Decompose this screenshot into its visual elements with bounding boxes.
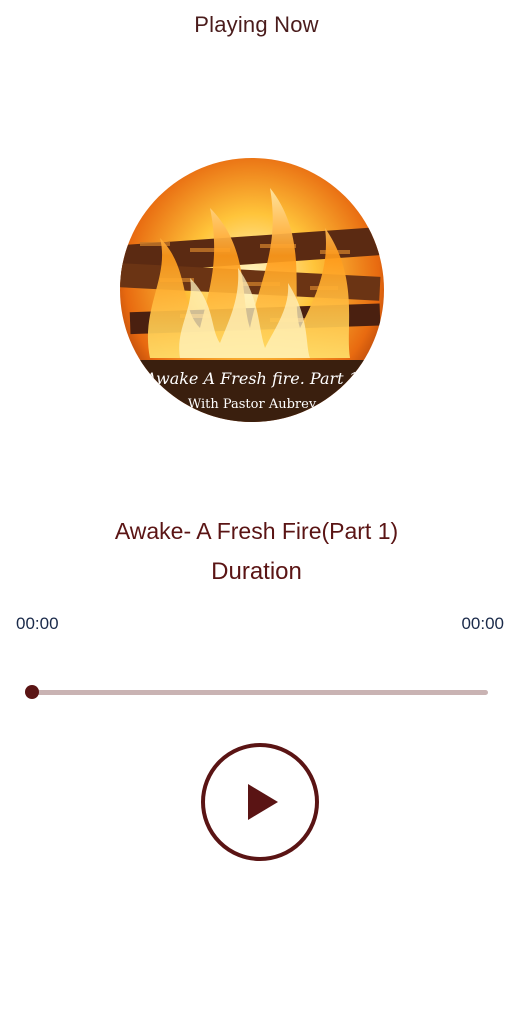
seek-thumb[interactable] <box>25 685 39 699</box>
player-screen: Playing Now Awake A Fresh fire. Part 1 W… <box>0 0 513 1022</box>
track-title: Awake- A Fresh Fire(Part 1) <box>114 518 399 544</box>
play-icon <box>248 784 278 820</box>
fire-artwork-image: Awake A Fresh fire. Part 1 With Pastor A… <box>120 158 384 422</box>
elapsed-time: 00:00 <box>16 614 59 633</box>
artwork-caption-line1: Awake A Fresh fire. Part 1 <box>143 369 359 388</box>
play-button[interactable] <box>201 743 319 861</box>
track-duration-label: Duration <box>211 558 302 585</box>
total-time: 00:00 <box>461 614 504 633</box>
seek-bar[interactable] <box>32 690 488 695</box>
album-artwork: Awake A Fresh fire. Part 1 With Pastor A… <box>120 158 384 422</box>
page-title: Playing Now <box>194 12 319 37</box>
artwork-caption-line2: With Pastor Aubrey <box>188 397 317 412</box>
